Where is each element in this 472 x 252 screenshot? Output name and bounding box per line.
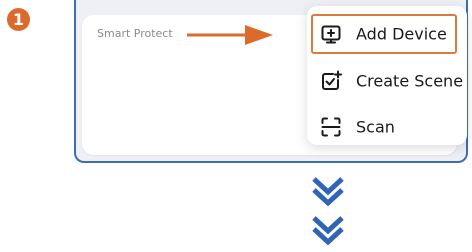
card-title: Smart Protect <box>97 27 173 40</box>
add-device-icon <box>320 23 342 45</box>
double-chevron-down-icon <box>312 177 344 246</box>
menu-item-label: Create Scene <box>356 71 464 91</box>
add-menu-dropdown: Add Device Create Scene Scan <box>307 6 467 145</box>
pointer-arrow-icon <box>187 25 273 45</box>
create-scene-icon <box>320 70 342 92</box>
menu-item-scan[interactable]: Scan <box>307 107 467 147</box>
menu-item-add-device[interactable]: Add Device <box>311 14 457 54</box>
menu-item-label: Scan <box>356 117 395 137</box>
menu-item-label: Add Device <box>356 24 447 44</box>
step-number-badge: 1 <box>7 8 30 31</box>
menu-item-create-scene[interactable]: Create Scene <box>307 61 467 101</box>
scan-icon <box>320 116 342 138</box>
